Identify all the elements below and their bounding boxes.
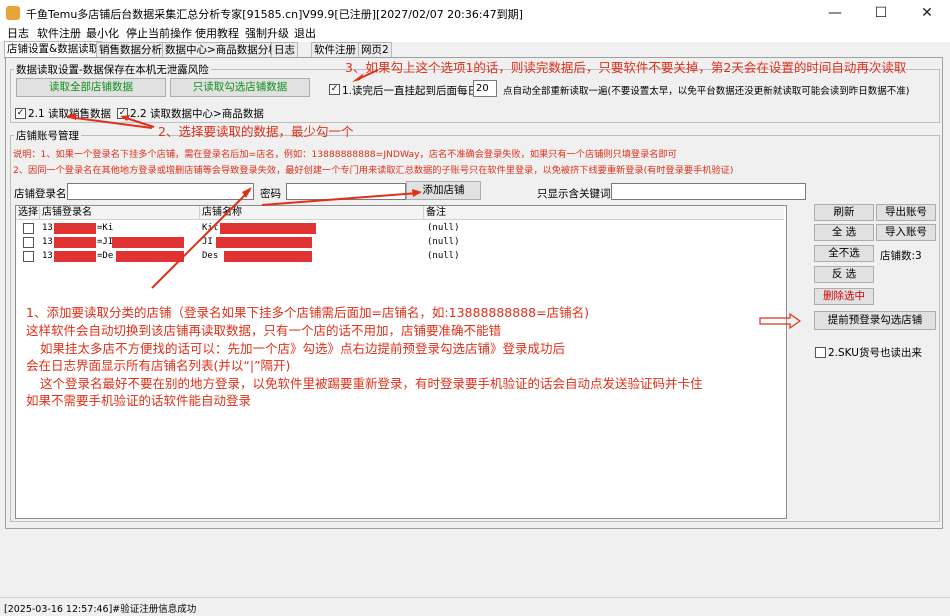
arrow-head	[66, 113, 76, 120]
status-bar: [2025-03-16 12:57:46]#验证注册信息成功	[0, 597, 950, 616]
hollow-arrow-to-prelogin	[759, 312, 802, 330]
arrow-to-store-name	[151, 189, 251, 289]
annotation-step1-line2: 这样软件会自动切换到该店铺再读取数据，只有一个店的话不用加，店铺要准确不能错	[26, 323, 502, 338]
arrow-head	[120, 115, 130, 121]
arrow-to-add-store	[261, 192, 419, 206]
annotation-step1-line6: 如果不需要手机验证的话软件能自动登录	[26, 393, 252, 408]
annotation-step3: 3、如果勾上这个选项1的话，则读完数据后，只要软件不要关掉，第2天会在设置的时间…	[345, 60, 907, 75]
annotation-step1-line1: 1、添加要读取分类的店铺（登录名如果下挂多个店铺需后面加=店铺名，如:13888…	[26, 305, 589, 320]
arrow-head	[412, 189, 422, 197]
status-message: [2025-03-16 12:57:46]#验证注册信息成功	[4, 604, 197, 615]
annotation-step1-line4: 会在日志界面显示所有店铺名列表(并以“|”隔开)	[26, 358, 291, 373]
annotation-step2: 2、选择要读取的数据，最少勾一个	[158, 124, 354, 139]
